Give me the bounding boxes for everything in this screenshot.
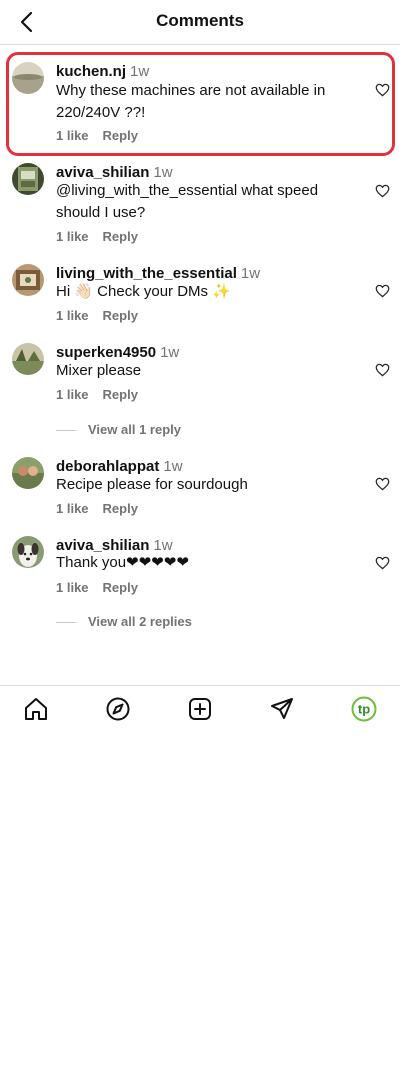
reply-button[interactable]: Reply [103, 580, 138, 595]
comment-time: 1w [163, 458, 183, 475]
comment-likes[interactable]: 1 like [56, 128, 89, 143]
view-replies-label: View all 1 reply [88, 422, 181, 437]
comment-time: 1w [153, 164, 173, 181]
comment-text: Mixer please [56, 362, 142, 379]
comment-time: 1w [130, 63, 150, 80]
reply-button[interactable]: Reply [103, 229, 138, 244]
comment-username[interactable]: superken4950 [56, 344, 156, 361]
create-plus-icon[interactable] [187, 696, 213, 722]
comment-likes[interactable]: 1 like [56, 229, 89, 244]
comment-likes[interactable]: 1 like [56, 308, 89, 323]
reply-button[interactable]: Reply [103, 387, 138, 402]
comment-text: @living_with_the_essential what speed sh… [56, 182, 319, 221]
heart-icon[interactable] [375, 184, 390, 198]
comment-username[interactable]: deborahlappat [56, 458, 159, 475]
header-bar: Comments [0, 0, 400, 45]
heart-icon[interactable] [375, 83, 390, 97]
comment-text: Why these machines are not available in … [56, 82, 326, 121]
divider-line [56, 622, 76, 624]
view-replies-button[interactable]: View all 2 replies [56, 614, 192, 629]
comment-text: Recipe please for sourdough [56, 476, 248, 493]
avatar[interactable] [12, 163, 44, 195]
view-replies-label: View all 2 replies [88, 614, 192, 629]
profile-initials: tp [358, 702, 370, 717]
reply-button[interactable]: Reply [103, 308, 138, 323]
comment-likes[interactable]: 1 like [56, 387, 89, 402]
page-title: Comments [156, 11, 244, 30]
profile-avatar-icon[interactable]: tp [351, 696, 377, 722]
comment-likes[interactable]: 1 like [56, 580, 89, 595]
avatar[interactable] [12, 62, 44, 94]
comment-time: 1w [160, 344, 180, 361]
reply-button[interactable]: Reply [103, 501, 138, 516]
avatar[interactable] [12, 457, 44, 489]
avatar[interactable] [12, 343, 44, 375]
avatar[interactable] [12, 264, 44, 296]
bottom-nav-bar: tp [0, 685, 400, 731]
comment-text: Thank you❤❤❤❤❤ [56, 554, 189, 571]
direct-send-icon[interactable] [269, 696, 295, 722]
reply-button[interactable]: Reply [103, 128, 138, 143]
heart-icon[interactable] [375, 363, 390, 377]
comment-username[interactable]: living_with_the_essential [56, 265, 237, 282]
heart-icon[interactable] [375, 477, 390, 491]
heart-icon[interactable] [375, 556, 390, 570]
explore-compass-icon[interactable] [105, 696, 131, 722]
comment-text: Hi 👋🏻 Check your DMs ✨ [56, 283, 231, 300]
comment-username[interactable]: aviva_shilian [56, 164, 149, 181]
home-icon[interactable] [23, 696, 49, 722]
avatar[interactable] [12, 536, 44, 568]
divider-line [56, 430, 76, 432]
comment-time: 1w [240, 265, 261, 282]
view-replies-button[interactable]: View all 1 reply [56, 422, 181, 437]
comment-username[interactable]: kuchen.nj [56, 63, 126, 80]
heart-icon[interactable] [375, 284, 390, 298]
comment-likes[interactable]: 1 like [56, 501, 89, 516]
